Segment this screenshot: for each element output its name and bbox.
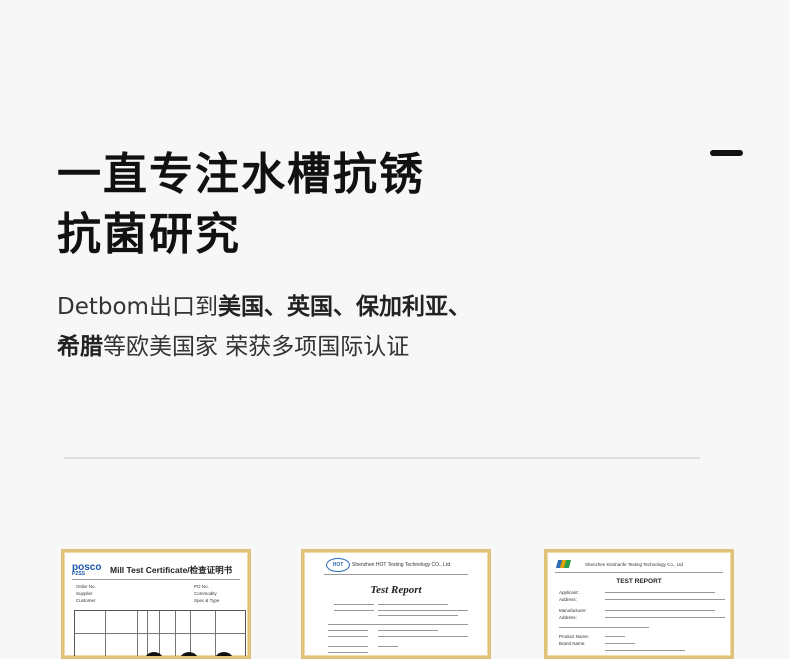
field-spec-type: Spec & Type [194, 598, 220, 603]
text-line [328, 630, 368, 631]
testing-company-name: Shenzhen HOT Testing Technology CO., Ltd [352, 562, 451, 568]
text-line [328, 646, 368, 647]
field-brand-name: Brand Name: [559, 641, 586, 646]
text-line [605, 592, 715, 593]
field-supplier: Supplier [76, 591, 93, 596]
sub-countries-2: 希腊 [57, 334, 103, 360]
field-commodity: Commodity [194, 591, 217, 596]
sub-line-1: Detbom出口到美国、英国、保加利亚、 [57, 294, 471, 320]
text-line [378, 646, 398, 647]
certificate-title: TEST REPORT [616, 578, 662, 585]
certificate-mill-test: posco PZSS Mill Test Certificate/检查证明书 O… [61, 549, 251, 659]
text-line [605, 650, 685, 651]
text-line [378, 630, 438, 631]
table-col-line [147, 611, 148, 656]
certificate-title: Mill Test Certificate/检查证明书 [110, 565, 233, 575]
field-applicant: Applicant: [559, 590, 579, 595]
headline-line-2: 抗菌研究 [57, 209, 241, 260]
section-divider [64, 457, 700, 459]
text-line [378, 636, 468, 637]
table-col-line [175, 611, 176, 656]
field-order-no: Order No. [76, 584, 96, 589]
text-line [334, 604, 374, 605]
headline-line-1: 一直专注水槽抗锈 [57, 149, 425, 200]
text-line [605, 599, 725, 600]
text-line [378, 610, 468, 611]
certificate-hot-test-report: HOT Shenzhen HOT Testing Technology CO.,… [301, 549, 491, 659]
text-line [328, 636, 368, 637]
text-line [605, 636, 625, 637]
table-col-line [159, 611, 160, 656]
divider-line [72, 579, 240, 580]
export-description: Detbom出口到美国、英国、保加利亚、 希腊等欧美国家 荣获多项国际认证 [57, 287, 471, 367]
field-product-name: Product Name: [559, 634, 590, 639]
field-customer: Customer [76, 598, 96, 603]
table-col-line [105, 611, 106, 656]
table-col-line [215, 611, 216, 656]
kinshunfe-logo [555, 559, 572, 569]
text-line [605, 610, 715, 611]
table-col-line [137, 611, 138, 656]
divider-line [324, 574, 468, 575]
certificate-kinshunfe-test-report: Shenzhen Kinshunfe Testing Technology Co… [544, 549, 734, 659]
text-line [378, 615, 458, 616]
text-line [605, 643, 635, 644]
sub-text-plain-2: 等欧美国家 荣获多项国际认证 [103, 334, 410, 360]
text-line [605, 617, 725, 618]
field-address: Address: [559, 615, 577, 620]
hot-logo: HOT [326, 558, 350, 572]
text-line [378, 604, 448, 605]
field-manufacturer: Manufacturer: [559, 608, 587, 613]
testing-company-name: Shenzhen Kinshunfe Testing Technology Co… [585, 562, 683, 567]
field-address: Address: [559, 597, 577, 602]
sub-text-plain-1: Detbom出口到 [57, 294, 218, 320]
sub-countries-1: 美国、英国、保加利亚、 [217, 294, 471, 320]
text-line [559, 627, 649, 628]
text-line [328, 624, 468, 625]
table-row-line [75, 633, 245, 634]
sub-line-2: 希腊等欧美国家 荣获多项国际认证 [57, 334, 409, 360]
posco-logo: posco PZSS [72, 562, 101, 577]
divider-line [555, 572, 723, 573]
field-po-no: PO No. [194, 584, 209, 589]
certificate-title: Test Report [370, 584, 422, 596]
page-headline: 一直专注水槽抗锈 抗菌研究 [57, 145, 425, 265]
text-line [334, 610, 374, 611]
decorative-dash [710, 150, 743, 156]
